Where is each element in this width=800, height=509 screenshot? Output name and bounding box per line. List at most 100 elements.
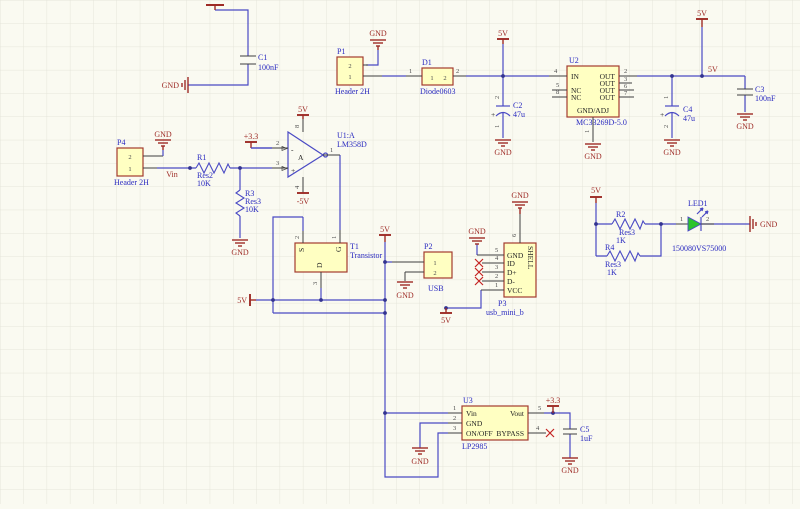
u2-pin-in-name: IN (571, 72, 579, 81)
t1-pin1-number: 1 (331, 236, 338, 239)
c5-value: 1uF (580, 434, 593, 443)
d1-designator: D1 (422, 58, 432, 67)
u2-pin-nc-name: NC (571, 93, 581, 102)
gnd-label: GND (369, 29, 387, 38)
u3-pin-gnd-name: GND (466, 419, 483, 428)
t1-value: Transistor (350, 251, 382, 260)
gnd-label: GND (396, 291, 414, 300)
gnd-label: GND (561, 466, 579, 475)
r2-rating: 1K (616, 236, 626, 245)
p3-pin1-number: 1 (495, 282, 498, 289)
d1-value: Diode0603 (420, 87, 456, 96)
u1a-amp-letter: A (298, 153, 304, 162)
p3-value: usb_mini_b (486, 308, 524, 317)
t1-pin-s-name: S (297, 248, 306, 252)
p1-value: Header 2H (335, 87, 370, 96)
u3-pin-vin-name: Vin (466, 409, 477, 418)
u2-pin-gndadj-name: GND/ADJ (577, 106, 609, 115)
t1-pin-g-name: G (334, 246, 343, 252)
c3-designator: C3 (755, 85, 764, 94)
p1-pin1-number: 1 (348, 74, 351, 81)
p2-pin2-number: 2 (433, 270, 436, 277)
v5-net-label[interactable]: 5V (708, 65, 718, 74)
p2-designator: P2 (424, 242, 432, 251)
c4-designator: C4 (683, 105, 692, 114)
led1-designator: LED1 (688, 199, 708, 208)
d1-pin2-number: 2 (456, 68, 459, 75)
v5-label: 5V (237, 296, 247, 305)
c2-plus-sign: + (491, 110, 495, 119)
p3-pin5-number: 5 (495, 247, 498, 254)
p3-pin-shell-name: SHELL (526, 246, 535, 270)
p4-pin2-number: 2 (128, 154, 131, 161)
v5-label: 5V (298, 105, 308, 114)
c2-value: 47u (513, 110, 525, 119)
gnd-label: GND (162, 81, 180, 90)
schematic-canvas[interactable]: C1 100nF GND P1 Header 2H 2 1 GND D1 Dio… (0, 0, 800, 504)
c4-pin1-number: 1 (663, 96, 670, 99)
c4-plus-sign: + (660, 110, 664, 119)
d1-pad2-number: 2 (443, 75, 446, 82)
gnd-label: GND (231, 248, 249, 257)
u3-designator: U3 (463, 396, 473, 405)
u3-pin2-number: 2 (453, 415, 456, 422)
gnd-label: GND (760, 220, 778, 229)
c2-designator: C2 (513, 101, 522, 110)
v5-label: 5V (697, 9, 707, 18)
v33-label: +3.3 (244, 132, 259, 141)
t1-pin3-number: 3 (312, 282, 319, 285)
t1-pin-d-name: D (315, 262, 324, 268)
u2-pin5-number: 5 (556, 82, 559, 89)
p3-pin-dminus-name: D- (507, 277, 515, 286)
r2-designator: R2 (616, 210, 625, 219)
u3-pin-vout-name: Vout (510, 409, 525, 418)
u1a-pin3-number: 3 (276, 160, 279, 167)
u2-pin8-number: 8 (556, 89, 559, 96)
t1-designator: T1 (350, 242, 359, 251)
p3-pin-id-name: ID (507, 259, 515, 268)
u2-value: MC33269D-5.0 (576, 118, 627, 127)
p4-value: Header 2H (114, 178, 149, 187)
p3-designator: P3 (498, 299, 506, 308)
u3-pin-bypass-name: BYPASS (496, 429, 524, 438)
p3-pin-dplus-name: D+ (507, 268, 517, 277)
gnd-label: GND (584, 152, 602, 161)
r3-rating: 10K (245, 205, 259, 214)
p2-pin1-number: 1 (433, 260, 436, 267)
c1-value: 100nF (258, 63, 279, 72)
led1-value: 150080VS75000 (672, 244, 726, 253)
t1-pin2-number: 2 (294, 236, 301, 239)
d1-pin1-number: 1 (409, 68, 412, 75)
r4-rating: 1K (607, 268, 617, 277)
u1a-designator: U1:A (337, 131, 355, 140)
u3-pin-onoff-name: ON/OFF (466, 429, 493, 438)
c3-value: 100nF (755, 94, 776, 103)
c5-designator: C5 (580, 425, 589, 434)
v5-label: 5V (380, 225, 390, 234)
gnd-label: GND (468, 227, 486, 236)
v5-label: 5V (498, 29, 508, 38)
u1a-value: LM358D (337, 140, 367, 149)
p4-designator: P4 (117, 138, 125, 147)
gnd-label: GND (663, 148, 681, 157)
c2-pin2-number: 2 (494, 96, 501, 99)
u3-pin3-number: 3 (453, 425, 456, 432)
p1-pin2-number: 2 (348, 63, 351, 70)
u1a-pin8-number: 8 (294, 125, 301, 128)
u1a-plus-input: + (291, 166, 295, 175)
r4-designator: R4 (605, 243, 614, 252)
r1-rating: 10K (197, 179, 211, 188)
led1-pin2-number: 2 (706, 216, 709, 223)
u2-designator: U2 (569, 56, 579, 65)
u3-value: LP2985 (462, 442, 487, 451)
p3-pin3-number: 3 (495, 264, 498, 271)
vin-net-label[interactable]: Vin (166, 170, 178, 179)
d1-pad1-number: 1 (430, 75, 433, 82)
u2-pin2-number: 2 (624, 68, 627, 75)
v33-label: +3.3 (546, 396, 561, 405)
u2-pin-out-name: OUT (600, 93, 616, 102)
gnd-label: GND (154, 130, 172, 139)
c4-value: 47u (683, 114, 695, 123)
u1a-pin2-number: 2 (276, 140, 279, 147)
vneg5-label: -5V (297, 197, 310, 206)
